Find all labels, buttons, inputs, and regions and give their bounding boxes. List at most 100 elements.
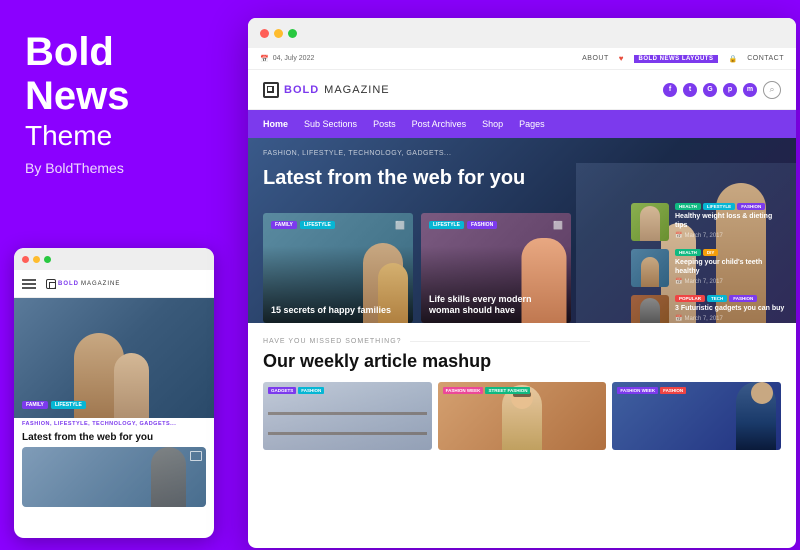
thumb1-person <box>640 206 660 241</box>
mobile-hero-overlay: FAMILY LIFESTYLE <box>14 395 214 418</box>
grid-card-1[interactable]: GADGETS FASHION <box>263 382 432 450</box>
topbar-links: ABOUT ♥ BOLD NEWS LAYOUTS 🔒 CONTACT <box>582 54 784 63</box>
grid-card-1-tags: GADGETS FASHION <box>268 387 324 394</box>
mobile-top-bar <box>14 248 214 270</box>
sa1-date: 📅 March 7, 2017 <box>675 232 786 239</box>
sidebar-article-3-content: POPULAR TECH FASHION 3 Futuristic gadget… <box>675 295 786 322</box>
gc2-tag-street: STREET FASHION <box>485 387 530 394</box>
site-logo: BOLD MAGAZINE <box>263 82 390 98</box>
nav-post-archives[interactable]: Post Archives <box>412 119 467 129</box>
sa3-tag-fashion: FASHION <box>729 295 757 302</box>
gc1-tag-gadgets: GADGETS <box>268 387 296 394</box>
facebook-icon[interactable]: f <box>663 83 677 97</box>
googleplus-icon[interactable]: G <box>703 83 717 97</box>
nav-pages[interactable]: Pages <box>519 119 545 129</box>
nav-home[interactable]: Home <box>263 119 288 129</box>
card1-bottom: 15 secrets of happy families <box>263 299 413 323</box>
heart-icon: ♥ <box>619 54 624 63</box>
mobile-card-overlay <box>22 447 206 507</box>
sa3-tag-tech: TECH <box>707 295 727 302</box>
mobile-categories-text: FASHION, LIFESTYLE, TECHNOLOGY, GADGETS.… <box>14 418 214 430</box>
article-card-1[interactable]: FAMILY LIFESTYLE ⬜ 15 secrets of happy f… <box>263 213 413 323</box>
browser-dot-red <box>260 29 269 38</box>
sa3-date-text: March 7, 2017 <box>684 316 722 322</box>
card2-tag-fashion: FASHION <box>467 221 497 229</box>
site-header: BOLD MAGAZINE f t G p m ⌕ <box>248 70 796 110</box>
mobile-dot-yellow <box>33 256 40 263</box>
grid-card-2-tags: FASHION WEEK STREET FASHION <box>443 387 531 394</box>
section-title: Our weekly article mashup <box>263 351 781 372</box>
browser-window: 📅 04, July 2022 ABOUT ♥ BOLD NEWS LAYOUT… <box>248 18 796 548</box>
sa3-title: 3 Futuristic gadgets you can buy <box>675 304 786 313</box>
mobile-nav: BOLD MAGAZINE <box>14 270 214 298</box>
logo-magazine: MAGAZINE <box>324 84 389 96</box>
mobile-hero: FAMILY LIFESTYLE <box>14 298 214 418</box>
article-grid: GADGETS FASHION FASHION WEEK STREET FASH… <box>263 382 781 450</box>
topbar-about[interactable]: ABOUT <box>582 55 609 62</box>
lock-icon: 🔒 <box>728 55 737 63</box>
logo-bold: BOLD <box>284 84 319 96</box>
shelf2 <box>268 412 427 415</box>
calendar-icon-small-2: 📅 <box>675 278 682 285</box>
mobile-logo-mag: MAGAZINE <box>81 281 120 287</box>
gc2-tag-fashionweek: FASHION WEEK <box>443 387 484 394</box>
sa3-tag-popular: POPULAR <box>675 295 705 302</box>
browser-dot-green <box>288 29 297 38</box>
mobile-category-bar: FAMILY LIFESTYLE <box>22 401 206 409</box>
topbar-bold-news[interactable]: BOLD NEWS LAYOUTS <box>634 55 719 63</box>
sa1-tag-health: HEALTH <box>675 203 701 210</box>
card2-image-icon: ⬜ <box>553 221 563 230</box>
mobile-dot-green <box>44 256 51 263</box>
sa2-date: 📅 March 7, 2017 <box>675 278 786 285</box>
nav-shop[interactable]: Shop <box>482 119 503 129</box>
sidebar-article-3[interactable]: POPULAR TECH FASHION 3 Futuristic gadget… <box>631 295 786 323</box>
grid-card-3[interactable]: FASHION WEEK FASHION <box>612 382 781 450</box>
section-hint: HAVE YOU MISSED SOMETHING? <box>263 338 781 345</box>
sa1-tag-fashion: FASHION <box>737 203 765 210</box>
mobile-hero-title: Latest from the web for you <box>14 430 214 447</box>
email-icon[interactable]: m <box>743 83 757 97</box>
calendar-icon-small-3: 📅 <box>675 315 682 322</box>
by-line: By BoldThemes <box>25 160 223 176</box>
sidebar-article-2[interactable]: HEALTH DIY Keeping your child's teeth he… <box>631 249 786 287</box>
site-nav: Home Sub Sections Posts Post Archives Sh… <box>248 110 796 138</box>
card1-tags: FAMILY LIFESTYLE <box>271 221 335 229</box>
sidebar-article-1-content: HEALTH LIFESTYLE FASHION Healthy weight … <box>675 203 786 239</box>
hero-cards: FAMILY LIFESTYLE ⬜ 15 secrets of happy f… <box>263 213 626 323</box>
mobile-dot-red <box>22 256 29 263</box>
sidebar-article-1[interactable]: HEALTH LIFESTYLE FASHION Healthy weight … <box>631 203 786 241</box>
mobile-mockup: BOLD MAGAZINE FAMILY LIFESTYLE FASHION, … <box>14 248 214 538</box>
card1-title: 15 secrets of happy families <box>271 305 405 317</box>
grid-card-2[interactable]: FASHION WEEK STREET FASHION <box>438 382 607 450</box>
brand-title-line1: Bold <box>25 30 223 74</box>
hero-categories: FASHION, LIFESTYLE, TECHNOLOGY, GADGETS.… <box>263 150 451 157</box>
sidebar-article-2-content: HEALTH DIY Keeping your child's teeth he… <box>675 249 786 285</box>
browser-dot-yellow <box>274 29 283 38</box>
sa1-date-text: March 7, 2017 <box>684 233 722 239</box>
thumb3-device <box>640 298 660 323</box>
topbar-left: 📅 04, July 2022 <box>260 55 314 63</box>
weekly-section: HAVE YOU MISSED SOMETHING? Our weekly ar… <box>248 323 796 465</box>
sa1-title: Healthy weight loss & dieting tips <box>675 212 786 230</box>
gc1-tag-fashion: FASHION <box>298 387 324 394</box>
sidebar-article-1-tags: HEALTH LIFESTYLE FASHION <box>675 203 786 210</box>
sidebar-articles: HEALTH LIFESTYLE FASHION Healthy weight … <box>631 203 786 323</box>
article-card-2[interactable]: LIFESTYLE FASHION ⬜ Life skills every mo… <box>421 213 571 323</box>
card2-tag-lifestyle: LIFESTYLE <box>429 221 464 229</box>
twitter-icon[interactable]: t <box>683 83 697 97</box>
sidebar-thumb-1 <box>631 203 669 241</box>
hero-title: Latest from the web for you <box>263 166 525 190</box>
sidebar-article-2-tags: HEALTH DIY <box>675 249 786 256</box>
mobile-logo-icon <box>46 279 56 289</box>
mobile-card-thumbnail <box>22 447 206 507</box>
nav-sub-sections[interactable]: Sub Sections <box>304 119 357 129</box>
sidebar-thumb-2 <box>631 249 669 287</box>
nav-posts[interactable]: Posts <box>373 119 396 129</box>
sa2-tag-diy: DIY <box>703 249 719 256</box>
search-button[interactable]: ⌕ <box>763 81 781 99</box>
thumb2-person <box>641 257 659 287</box>
browser-chrome <box>248 18 796 48</box>
topbar-contact[interactable]: CONTACT <box>747 55 784 62</box>
shelf1 <box>268 432 427 435</box>
pinterest-icon[interactable]: p <box>723 83 737 97</box>
